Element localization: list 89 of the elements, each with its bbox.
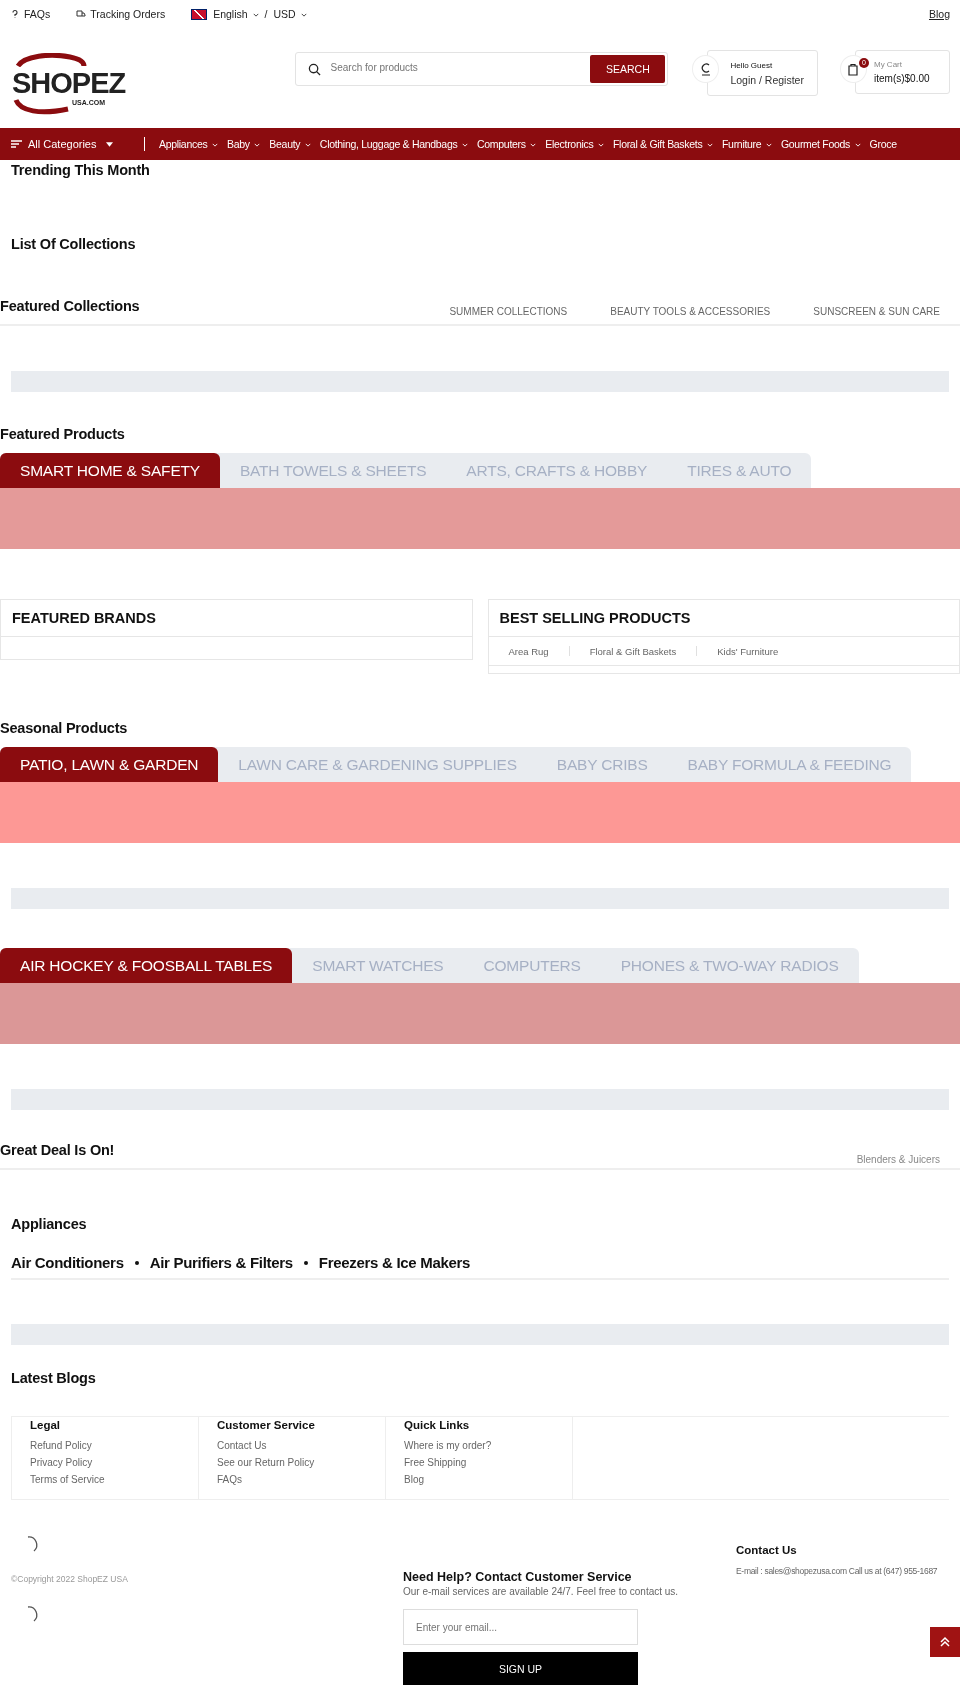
double-chevron-up-icon <box>939 1636 951 1648</box>
nav-item[interactable]: Beauty <box>269 138 311 150</box>
chevron-down-icon <box>707 143 713 148</box>
nav-item[interactable]: Clothing, Luggage & Handbags <box>319 138 469 150</box>
footer-link[interactable]: Where is my order? <box>404 1440 572 1451</box>
chevron-down-icon <box>212 143 218 148</box>
nav-item[interactable]: Furniture <box>722 138 772 150</box>
scroll-top-button[interactable] <box>930 1627 960 1657</box>
contact-text: E-mail : sales@shopezusa.com Call us at (647) 955-1687 <box>736 1566 938 1576</box>
section-title: Great Deal Is On! <box>0 1142 115 1158</box>
nav-item[interactable]: Computers <box>477 138 537 150</box>
category-tab[interactable]: AIR HOCKEY & FOOSBALL TABLES <box>0 948 293 983</box>
nav-item[interactable]: Appliances <box>159 138 218 150</box>
sign-up-button[interactable]: SIGN UP <box>403 1652 638 1685</box>
email-field[interactable]: Enter your email... <box>403 1609 638 1645</box>
section-title: Seasonal Products <box>0 720 129 736</box>
greeting-text: Hello Guest <box>730 60 774 70</box>
bullet-icon <box>303 1260 308 1265</box>
caret-down-icon <box>106 141 114 147</box>
footer-link[interactable]: Terms of Service <box>30 1474 198 1485</box>
nav-item[interactable]: Groce <box>869 138 897 150</box>
chevron-down-icon <box>854 143 861 148</box>
chevron-down-icon <box>254 143 261 148</box>
language-select[interactable]: English <box>213 8 259 20</box>
appliance-link[interactable]: Air Purifiers & Filters <box>149 1254 293 1271</box>
footer-link[interactable]: Free Shipping <box>404 1457 572 1468</box>
newsletter-text: Our e-mail services are available 24/7. Feel free to contact us. <box>403 1586 680 1597</box>
footer-link[interactable]: Contact Us <box>217 1440 385 1451</box>
collection-tab[interactable]: SUMMER COLLECTIONS <box>449 306 568 317</box>
search-icon <box>307 62 321 76</box>
chevron-down-icon <box>598 143 604 148</box>
section-title: Trending This Month <box>11 162 151 178</box>
question-icon <box>10 9 20 19</box>
nav-item[interactable]: Baby <box>227 138 261 150</box>
footer-link[interactable]: Privacy Policy <box>30 1457 198 1468</box>
footer-link[interactable]: See our Return Policy <box>217 1457 385 1468</box>
search-button[interactable]: SEARCH <box>590 55 666 83</box>
login-link[interactable]: Login / Register <box>730 73 817 86</box>
footer-heading: Quick Links <box>404 1419 471 1431</box>
collection-tab[interactable]: SUNSCREEN & SUN CARE <box>813 306 940 317</box>
category-link[interactable]: Kids' Furniture <box>717 645 779 657</box>
bag-icon[interactable] <box>839 55 867 83</box>
copyright-text: ©Copyright 2022 ShopEZ USA <box>11 1574 129 1584</box>
appliance-link[interactable]: Freezers & Ice Makers <box>318 1254 471 1271</box>
search-field[interactable]: Search for products SEARCH <box>294 52 669 86</box>
chevron-down-icon <box>300 13 307 18</box>
logo-text: SHOPEZ <box>12 68 126 98</box>
category-tab[interactable]: SMART HOME & SAFETY <box>0 453 220 488</box>
nav-item[interactable]: Electronics <box>545 138 604 150</box>
cart-title: My Cart <box>874 60 903 69</box>
truck-icon <box>76 9 87 19</box>
chevron-down-icon <box>252 13 259 18</box>
chevron-down-icon <box>765 143 772 148</box>
cart-total: item(s)$0.00 <box>874 73 931 84</box>
separator: / <box>264 8 268 20</box>
section-title: Latest Blogs <box>11 1370 97 1386</box>
appliance-link[interactable]: Air Conditioners <box>11 1254 124 1271</box>
footer-link[interactable]: FAQs <box>217 1474 385 1485</box>
collection-tab[interactable]: BEAUTY TOOLS & ACCESSORIES <box>610 306 771 317</box>
newsletter-title: Need Help? Contact Customer Service <box>403 1570 633 1584</box>
section-title: Appliances <box>11 1216 88 1232</box>
footer-link[interactable]: Refund Policy <box>30 1440 198 1451</box>
contact-title: Contact Us <box>736 1544 798 1556</box>
category-tab[interactable]: PATIO, LAWN & GARDEN <box>0 747 219 782</box>
footer-link[interactable]: Blog <box>404 1474 572 1485</box>
menu-icon <box>11 140 22 148</box>
all-categories-button[interactable]: All Categories <box>0 138 144 150</box>
currency-select[interactable]: USD <box>273 8 307 20</box>
top-link[interactable]: Tracking Orders <box>76 8 166 20</box>
nav-item[interactable]: Gourmet Foods <box>780 138 861 150</box>
blog-link[interactable]: Blog <box>929 8 950 20</box>
section-title: List Of Collections <box>11 236 137 252</box>
category-link[interactable]: Area Rug <box>508 645 549 657</box>
account-box[interactable]: Hello Guest Login / Register <box>707 50 818 96</box>
footer-heading: Customer Service <box>217 1419 316 1431</box>
top-link[interactable]: FAQs <box>10 8 51 20</box>
chevron-down-icon <box>304 143 311 148</box>
chevron-down-icon <box>530 143 537 148</box>
flag-icon <box>191 8 208 20</box>
deal-tab[interactable]: Blenders & Juicers <box>856 1154 940 1165</box>
bullet-icon <box>134 1260 139 1265</box>
category-link[interactable]: Floral & Gift Baskets <box>589 645 677 657</box>
nav-item[interactable]: Floral & Gift Baskets <box>613 138 713 150</box>
panel-title: FEATURED BRANDS <box>1 600 472 637</box>
section-title: Featured Products <box>0 426 126 442</box>
section-title: Featured Collections <box>0 298 140 314</box>
panel-title: BEST SELLING PRODUCTS <box>488 600 959 637</box>
chevron-down-icon <box>462 143 469 148</box>
footer-heading: Legal <box>30 1419 62 1431</box>
